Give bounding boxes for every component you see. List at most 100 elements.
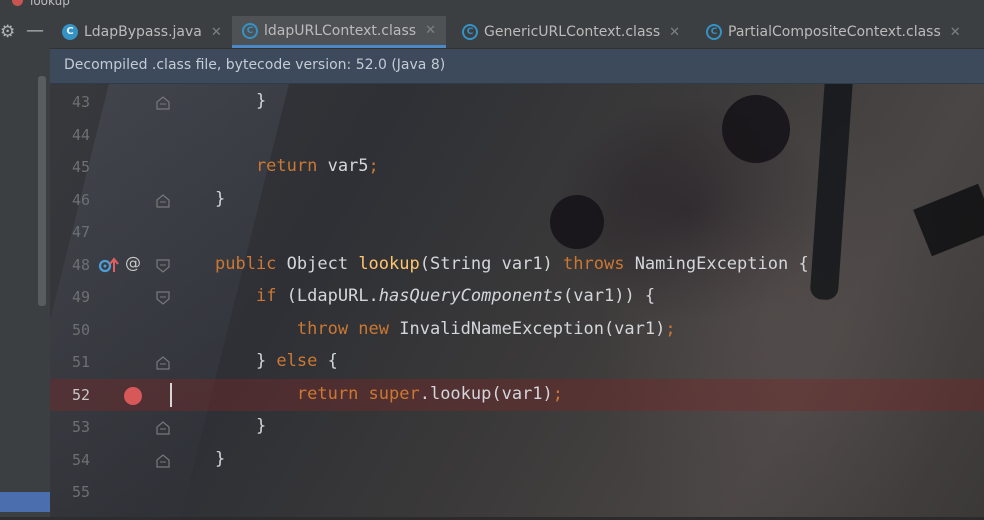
code-text: } — [215, 416, 266, 436]
compiled-class-icon: C — [462, 24, 478, 40]
code-token: lookup — [358, 253, 420, 274]
code-token: throw new — [296, 318, 400, 339]
project-panel-scrollbar[interactable] — [38, 76, 46, 306]
code-line[interactable]: 44 — [50, 119, 984, 151]
code-token: public — [215, 253, 287, 274]
line-number: 43 — [71, 93, 90, 111]
code-text: return super.lookup(var1); — [215, 384, 563, 404]
tab-label: ldapURLContext.class — [264, 22, 417, 39]
code-token: ; — [665, 318, 676, 339]
close-icon[interactable]: ✕ — [950, 25, 961, 40]
decompiled-notice-bar: Decompiled .class file, bytecode version… — [50, 49, 984, 84]
code-line[interactable]: 47 — [50, 216, 984, 248]
tab-label: PartialCompositeContext.class — [728, 24, 941, 40]
decompiled-notice-text: Decompiled .class file, bytecode version… — [64, 57, 446, 73]
close-icon[interactable]: ✕ — [669, 25, 680, 40]
gear-icon[interactable]: ⚙ — [0, 22, 15, 42]
line-number: 53 — [71, 418, 90, 436]
code-line[interactable]: 55 — [50, 476, 984, 508]
tab-ldapbypass[interactable]: C LdapBypass.java ✕ — [62, 16, 222, 48]
code-line[interactable]: 54} — [50, 444, 984, 476]
code-line[interactable]: 45 return var5; — [50, 151, 984, 183]
code-text: if (LdapURL.hasQueryComponents(var1)) { — [215, 286, 655, 306]
line-number: 51 — [71, 353, 90, 371]
code-token: (var1)) { — [563, 286, 656, 306]
line-number: 49 — [71, 288, 90, 306]
code-token: if — [255, 286, 287, 306]
code-token: return — [215, 156, 328, 176]
code-token: } — [215, 91, 267, 111]
code-token: } — [215, 188, 226, 209]
annotation-icon[interactable]: @ — [125, 253, 141, 272]
editor-tabs: C LdapBypass.java ✕ C ldapURLContext.cla… — [50, 16, 984, 49]
code-token: ; — [368, 156, 379, 176]
code-line[interactable]: 46} — [50, 184, 984, 216]
line-number: 45 — [71, 158, 90, 176]
code-token: return super — [296, 383, 420, 404]
code-token: InvalidNameException(var1) — [399, 318, 666, 339]
code-token: } — [215, 416, 267, 436]
code-text: } — [215, 91, 266, 111]
line-number: 46 — [71, 190, 90, 209]
code-token: { — [327, 351, 338, 371]
code-token: (String var1) — [419, 253, 564, 274]
line-number: 50 — [71, 320, 90, 339]
code-text: public Object lookup(String var1) throws… — [215, 254, 809, 274]
line-number: 52 — [71, 385, 90, 404]
code-line[interactable]: 43 } — [50, 86, 984, 118]
fold-end-icon[interactable] — [156, 96, 170, 110]
project-panel — [0, 16, 50, 517]
line-number: 54 — [71, 450, 90, 469]
code-token: hasQueryComponents — [378, 286, 564, 306]
code-text: throw new InvalidNameException(var1); — [215, 319, 676, 339]
code-line[interactable]: 52 return super.lookup(var1); — [50, 378, 984, 411]
code-text: } — [215, 449, 225, 469]
code-line[interactable]: 49 if (LdapURL.hasQueryComponents(var1))… — [50, 281, 984, 313]
text-caret — [170, 382, 172, 407]
code-token: .lookup(var1) — [419, 383, 553, 404]
code-token: else — [276, 351, 328, 371]
code-token: NamingException { — [634, 253, 809, 274]
tab-genericurlcontext[interactable]: C GenericURLContext.class ✕ — [462, 16, 680, 48]
window-title-bar: lookup — [0, 0, 984, 16]
compiled-class-icon: C — [706, 24, 722, 40]
code-line[interactable]: 51 } else { — [50, 346, 984, 378]
selected-item[interactable] — [0, 492, 50, 512]
code-token: var5 — [327, 156, 369, 176]
fold-start-icon[interactable] — [156, 291, 170, 305]
close-icon[interactable]: ✕ — [425, 23, 436, 38]
code-editor[interactable]: 43 } 44 45 return var5; 46} 47 48 @ public Obje… — [50, 84, 984, 517]
code-text: return var5; — [215, 156, 379, 176]
line-number: 44 — [71, 125, 90, 144]
fold-start-icon[interactable] — [156, 258, 170, 273]
code-line[interactable]: 53 } — [50, 411, 984, 443]
code-line[interactable]: 50 throw new InvalidNameException(var1); — [50, 314, 984, 346]
fold-end-icon[interactable] — [156, 356, 170, 370]
code-text: } else { — [215, 351, 338, 371]
breakpoint-icon[interactable] — [124, 386, 142, 405]
tab-label: GenericURLContext.class — [484, 24, 661, 40]
window-title: lookup — [30, 0, 70, 8]
code-token: } — [215, 448, 226, 469]
fold-end-icon[interactable] — [156, 453, 170, 468]
close-icon[interactable]: ✕ — [211, 25, 222, 40]
fold-end-icon[interactable] — [156, 421, 170, 435]
code-text: } — [215, 189, 225, 209]
tab-partialcompositecontext[interactable]: C PartialCompositeContext.class ✕ — [706, 16, 961, 48]
hide-panel-icon[interactable]: — — [26, 20, 44, 41]
code-line[interactable]: 48 @ public Object lookup(String var1) thr… — [50, 249, 984, 281]
code-token: ; — [552, 383, 564, 404]
compiled-class-icon: C — [242, 22, 258, 39]
overrides-method-icon[interactable] — [98, 256, 126, 275]
code-token: (LdapURL. — [286, 286, 379, 306]
code-token: throws — [563, 253, 635, 274]
fold-end-icon[interactable] — [156, 193, 170, 208]
line-number: 47 — [71, 223, 90, 241]
line-number: 55 — [71, 483, 90, 501]
code-token: Object — [286, 253, 359, 274]
tab-ldapurlcontext[interactable]: C ldapURLContext.class ✕ — [232, 16, 446, 48]
tab-label: LdapBypass.java — [84, 24, 202, 40]
